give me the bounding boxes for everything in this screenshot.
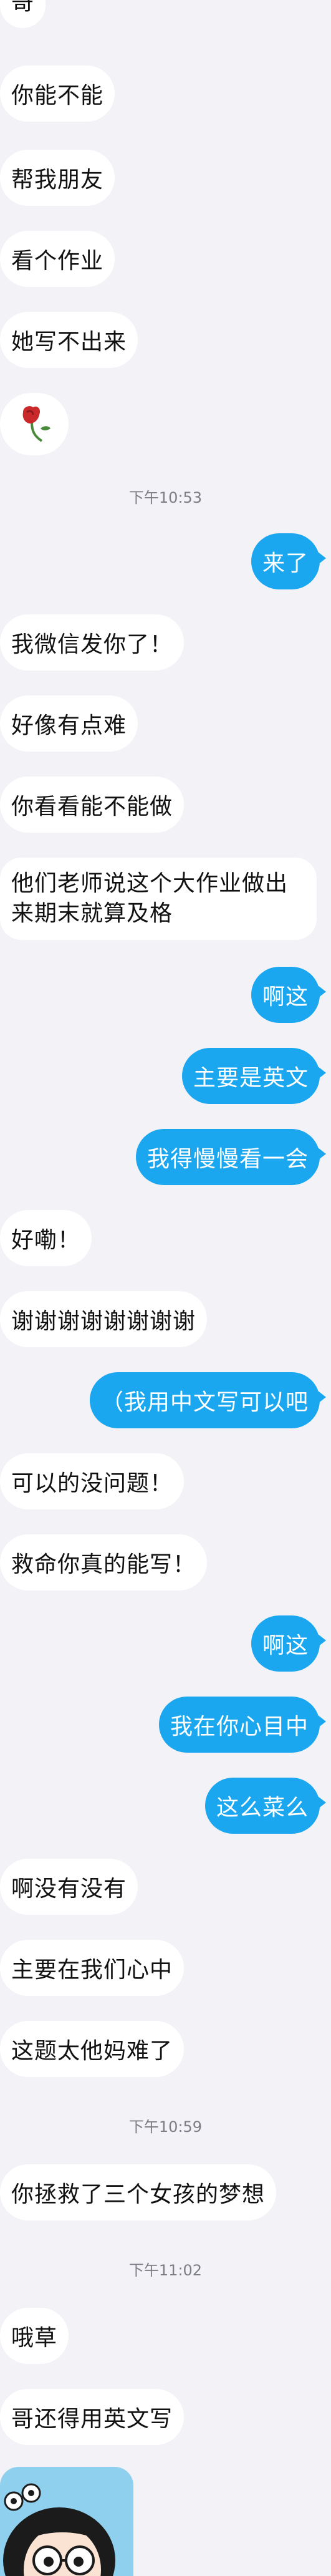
received-message[interactable]: 你能不能 — [0, 65, 115, 122]
cartoon-girl-sticker[interactable] — [0, 2467, 133, 2576]
cartoon-girl-icon — [3, 2483, 115, 2576]
sent-message[interactable]: 啊这 — [251, 1615, 327, 1672]
sent-message[interactable]: 这么菜么 — [204, 1778, 327, 1834]
received-message[interactable]: 好像有点难 — [0, 695, 138, 752]
received-message[interactable]: 她写不出来 — [0, 312, 138, 368]
received-message[interactable]: 救命你真的能写！ — [0, 1534, 208, 1591]
received-message[interactable]: 主要在我们心中 — [0, 1940, 185, 1996]
received-message[interactable]: 谢谢谢谢谢谢谢谢 — [0, 1291, 208, 1347]
sent-message[interactable]: 我在你心目中 — [158, 1697, 327, 1753]
timestamp: 下午10:59 — [128, 2118, 203, 2136]
received-message[interactable]: 他们老师说这个大作业做出来期末就算及格 — [0, 858, 317, 940]
sent-message[interactable]: （我用中文写可以吧 — [89, 1372, 327, 1428]
received-message[interactable]: 哦草 — [0, 2308, 69, 2364]
received-message[interactable]: 你拯救了三个女孩的梦想 — [0, 2164, 277, 2220]
received-message[interactable]: 你看看能不能做 — [0, 777, 185, 833]
sent-message[interactable]: 来了 — [251, 533, 327, 589]
sent-message[interactable]: 啊这 — [251, 967, 327, 1023]
timestamp: 下午10:53 — [128, 489, 203, 506]
received-message[interactable]: 帮我朋友 — [0, 150, 115, 206]
received-message[interactable]: 这题太他妈难了 — [0, 2021, 185, 2077]
received-message[interactable]: 啊没有没有 — [0, 1859, 138, 1915]
received-message[interactable]: 好嘞！ — [0, 1210, 92, 1266]
received-message[interactable]: 哥 — [0, 0, 46, 28]
received-message[interactable]: 可以的没问题！ — [0, 1453, 185, 1509]
sticker-message[interactable] — [0, 393, 69, 455]
timestamp: 下午11:02 — [128, 2262, 203, 2279]
sent-message[interactable]: 主要是英文 — [181, 1048, 327, 1104]
received-message[interactable]: 我微信发你了！ — [0, 614, 185, 671]
received-message[interactable]: 哥还得用英文写 — [0, 2389, 185, 2445]
sent-message[interactable]: 我得慢慢看一会 — [135, 1129, 327, 1185]
received-message[interactable]: 看个作业 — [0, 231, 115, 287]
rose-icon — [22, 406, 50, 442]
